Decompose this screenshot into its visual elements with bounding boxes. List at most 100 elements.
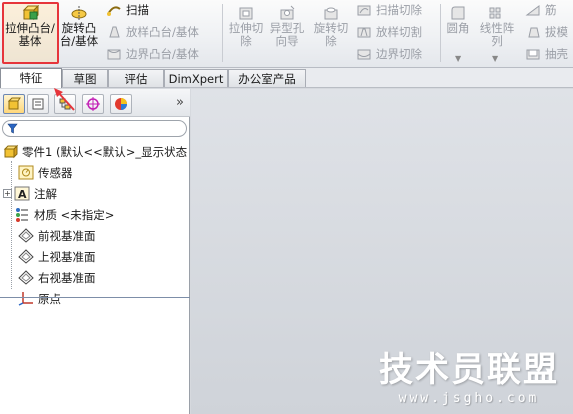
extrude-boss-button[interactable]: 拉伸凸台/基体 [4,5,56,48]
tab-sketch[interactable]: 草图 [62,69,108,87]
extrude-cut-button[interactable]: 拉伸切除 [228,5,264,48]
linear-pattern-icon [489,7,501,19]
loft-cut-icon [357,27,371,37]
feature-tree-tab[interactable] [3,94,25,114]
loft-cut-button[interactable]: 放样切割 [356,22,422,41]
panel-divider [0,297,190,298]
feature-tree-icon [7,97,21,110]
linear-pattern-dropdown-icon[interactable]: ▼ [492,54,498,63]
tree-item-material[interactable]: 材质 <未指定> [0,204,190,225]
loft-boss-icon [109,26,120,37]
tree-item-right-plane[interactable]: 右视基准面 [0,267,190,288]
boundary-boss-label: 边界凸台/基体 [126,46,199,61]
shell-icon [526,49,540,59]
watermark-title: 技术员联盟 [379,350,559,390]
extrude-boss-icon [22,5,39,21]
command-tabs: 特征 草图 评估 DimXpert 办公室产品 [0,68,573,88]
extrude-cut-icon [239,7,253,20]
plane-icon [18,249,34,264]
sweep-icon [107,5,121,16]
sweep-cut-label: 扫描切除 [376,2,422,17]
extrude-cut-label: 拉伸切除 [228,21,264,48]
fillet-button[interactable]: 圆角 [444,5,472,35]
plane-icon [18,228,34,243]
watermark: 技术员联盟 www.jsgho.com [379,342,559,406]
boundary-cut-label: 边界切除 [376,46,422,61]
annotation-arrow-icon [54,88,75,111]
extrude-boss-label: 拉伸凸台/基体 [5,21,55,48]
tree-item-label: 原点 [38,291,61,306]
ribbon-separator [222,4,223,62]
boundary-boss-button[interactable]: 边界凸台/基体 [106,44,199,63]
rib-icon [525,4,540,15]
linear-pattern-button[interactable]: 线性阵列 [476,5,518,48]
filter-icon [7,123,18,134]
tree-item-label: 上视基准面 [38,249,96,264]
loft-boss-button[interactable]: 放样凸台/基体 [106,22,199,41]
hole-wizard-label: 异型孔向导 [269,21,305,48]
fillet-label: 圆角 [446,21,470,35]
origin-icon [18,292,33,306]
more-tabs-icon[interactable]: » [176,95,184,110]
loft-cut-label: 放样切割 [376,24,422,39]
rib-label: 筋 [545,2,557,17]
linear-pattern-label: 线性阵列 [479,21,515,48]
revolve-cut-label: 旋转切除 [313,21,349,48]
sensor-icon [18,165,34,180]
part-icon [3,144,18,159]
tree-item-front-plane[interactable]: 前视基准面 [0,225,190,246]
shell-button[interactable]: 抽壳 [525,44,568,63]
sweep-label: 扫描 [126,2,149,17]
tab-evaluate[interactable]: 评估 [108,69,164,87]
fillet-icon [451,6,465,20]
tab-office-products[interactable]: 办公室产品 [228,69,306,87]
panel-toolbar: » [0,89,190,117]
watermark-url: www.jsgho.com [398,391,540,406]
revolve-boss-button[interactable]: 旋转凸台/基体 [58,5,100,48]
tree-item-label: 前视基准面 [38,228,96,243]
display-manager-tab[interactable] [110,94,132,114]
draft-button[interactable]: 拔模 [525,22,568,41]
material-icon [16,208,28,222]
svg-text:A: A [18,188,27,201]
boundary-cut-icon [357,49,371,59]
sweep-cut-button[interactable]: 扫描切除 [356,0,422,19]
property-manager-tab[interactable] [27,94,49,114]
tree-item-label: 注解 [34,186,57,201]
tree-item-sensors[interactable]: 传感器 [0,162,190,183]
tree-root-part[interactable]: 零件1 (默认<<默认>_显示状态 [0,141,190,162]
revolve-cut-icon [324,7,338,20]
fillet-dropdown-icon[interactable]: ▼ [455,54,461,63]
tree-item-label: 材质 <未指定> [34,207,115,222]
feature-manager-panel: » 零件1 (默认<<默认>_显示状态 传感器 + A 注解 材质 <未指定> … [0,89,190,414]
tree-item-annotations[interactable]: + A 注解 [0,183,190,204]
expand-icon[interactable]: + [3,189,12,198]
tab-dimxpert[interactable]: DimXpert [164,69,228,87]
boundary-cut-button[interactable]: 边界切除 [356,44,422,63]
draft-icon [528,27,540,37]
loft-boss-label: 放样凸台/基体 [126,24,199,39]
plane-icon [18,270,34,285]
property-manager-icon [32,98,44,110]
sweep-cut-icon [357,5,371,15]
sweep-button[interactable]: 扫描 [106,0,149,19]
rib-button[interactable]: 筋 [525,0,557,19]
tree-item-top-plane[interactable]: 上视基准面 [0,246,190,267]
hole-wizard-button[interactable]: 异型孔向导 [266,5,308,48]
feature-ribbon: 拉伸凸台/基体 旋转凸台/基体 扫描 放样凸台/基体 边界凸台/基体 拉伸切除 … [0,0,573,68]
tab-features[interactable]: 特征 [0,68,62,88]
shell-label: 抽壳 [545,46,568,61]
revolve-boss-icon [71,6,87,20]
tree-root-label: 零件1 (默认<<默认>_显示状态 [22,144,188,159]
revolve-cut-button[interactable]: 旋转切除 [310,5,352,48]
tree-item-label: 传感器 [38,165,73,180]
tree-item-origin[interactable]: 原点 [0,288,190,309]
annotation-icon: A [14,186,30,201]
display-manager-icon [115,98,127,110]
feature-tree: 零件1 (默认<<默认>_显示状态 传感器 + A 注解 材质 <未指定> 前视… [0,141,190,309]
revolve-boss-label: 旋转凸台/基体 [59,21,99,48]
ribbon-separator [440,4,441,62]
graphics-area[interactable]: 技术员联盟 www.jsgho.com [191,89,573,414]
tree-filter-input[interactable] [2,120,187,137]
draft-label: 拔模 [545,24,568,39]
